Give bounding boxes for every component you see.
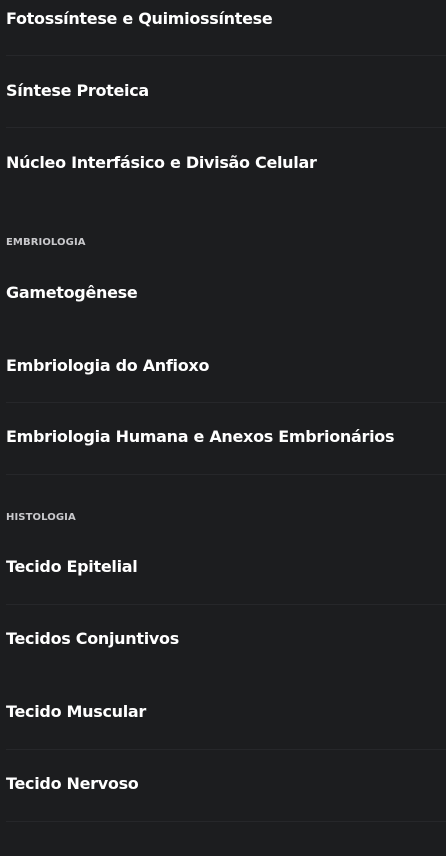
menu-item-embriologia-humana[interactable]: Embriologia Humana e Anexos Embrionários bbox=[6, 419, 440, 491]
menu-item-label: Fotossíntese e Quimiossíntese bbox=[6, 9, 273, 28]
menu-item-label: Embriologia Humana e Anexos Embrionários bbox=[6, 427, 395, 446]
menu-item-nucleo-interfasico[interactable]: Núcleo Interfásico e Divisão Celular bbox=[6, 144, 440, 216]
menu-item-label: Síntese Proteica bbox=[6, 81, 149, 100]
divider bbox=[6, 55, 446, 56]
menu-item-tecidos-conjuntivos[interactable]: Tecidos Conjuntivos bbox=[6, 621, 440, 693]
menu-item-label: Embriologia do Anfioxo bbox=[6, 356, 210, 375]
menu-item-tecido-muscular[interactable]: Tecido Muscular bbox=[6, 693, 440, 765]
menu-item-tecido-epitelial[interactable]: Tecido Epitelial bbox=[6, 548, 440, 620]
divider bbox=[6, 402, 446, 403]
menu-item-sintese-proteica[interactable]: Síntese Proteica bbox=[6, 72, 440, 144]
menu-item-embriologia-anfioxo[interactable]: Embriologia do Anfioxo bbox=[6, 346, 440, 418]
divider bbox=[6, 474, 446, 475]
divider bbox=[6, 821, 446, 822]
menu-item-tecido-nervoso[interactable]: Tecido Nervoso bbox=[6, 766, 440, 838]
divider bbox=[6, 127, 446, 128]
menu-item-label: Tecido Epitelial bbox=[6, 557, 138, 576]
menu-item-fotossintese[interactable]: Fotossíntese e Quimiossíntese bbox=[6, 0, 440, 72]
menu-item-label: Tecido Nervoso bbox=[6, 774, 139, 793]
menu-item-label: Tecidos Conjuntivos bbox=[6, 629, 179, 648]
divider bbox=[6, 749, 446, 750]
menu-item-label: Gametogênese bbox=[6, 283, 138, 302]
menu-item-gametogenese[interactable]: Gametogênese bbox=[6, 274, 440, 346]
section-title-histologia: HISTOLOGIA bbox=[6, 512, 76, 523]
menu-item-label: Tecido Muscular bbox=[6, 702, 147, 721]
menu-item-label: Núcleo Interfásico e Divisão Celular bbox=[6, 153, 317, 172]
divider bbox=[6, 604, 446, 605]
section-title-embriologia: EMBRIOLOGIA bbox=[6, 237, 86, 248]
